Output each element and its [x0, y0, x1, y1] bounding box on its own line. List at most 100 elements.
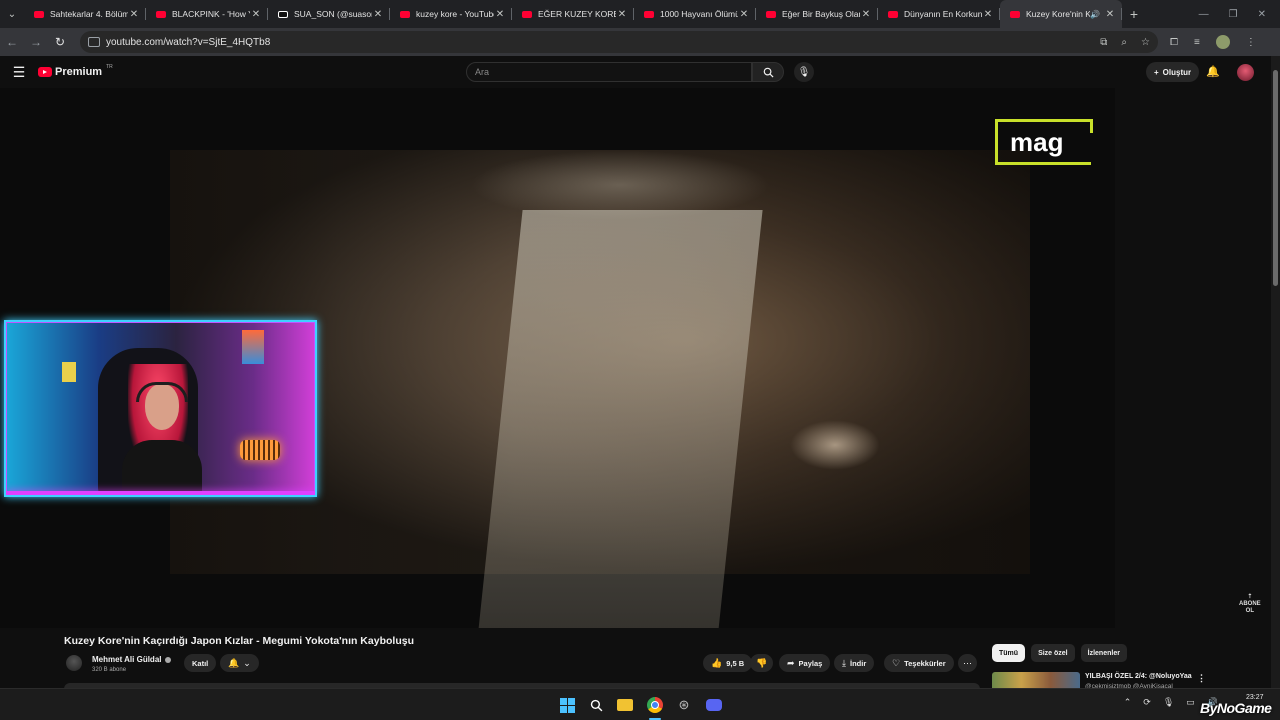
windows-logo-icon — [559, 697, 575, 713]
youtube-header: ☰ Premium TR Ara 🎙 + Oluştur 🔔 — [0, 56, 1280, 88]
browser-tab[interactable]: kuzey kore - YouTube ✕ — [390, 0, 512, 28]
close-icon[interactable]: ✕ — [494, 9, 506, 20]
channel-avatar[interactable] — [66, 655, 82, 671]
search-input[interactable]: Ara — [466, 62, 752, 82]
search-icon — [763, 67, 774, 78]
create-label: Oluştur — [1162, 67, 1192, 77]
extensions-icon[interactable]: ⧠ — [1170, 37, 1178, 48]
update-icon[interactable]: ⟳ — [1143, 697, 1151, 708]
network-icon[interactable]: ▭ — [1186, 697, 1195, 708]
create-button[interactable]: + Oluştur — [1146, 62, 1200, 82]
more-icon: ⋯ — [963, 657, 972, 668]
browser-menu-icon[interactable]: ⋮ — [1246, 37, 1256, 48]
recommendation-chips: Tümü Size özel İzlenenler — [992, 644, 1127, 662]
share-icon: ➦ — [787, 657, 795, 668]
chip-all[interactable]: Tümü — [992, 644, 1026, 662]
recommendation-title[interactable]: YILBAŞI ÖZEL 2/4: @NoluyoYaa — [1085, 673, 1192, 680]
file-explorer-icon[interactable] — [616, 696, 634, 714]
like-button[interactable]: 👍 9,5 B — [703, 654, 753, 672]
browser-tab[interactable]: 1000 Hayvanı Ölümü ✕ — [634, 0, 756, 28]
browser-tab[interactable]: BLACKPINK - 'How Yo ✕ — [146, 0, 268, 28]
new-tab-button[interactable]: + — [1122, 6, 1146, 22]
wall-poster — [242, 330, 264, 364]
video-title: Kuzey Kore'nin Kaçırdığı Japon Kızlar - … — [64, 635, 414, 647]
scrollbar-thumb[interactable] — [1273, 70, 1278, 286]
close-icon[interactable]: ✕ — [128, 9, 140, 20]
youtube-logo[interactable]: Premium TR — [38, 64, 113, 78]
thanks-button[interactable]: ♡ Teşekkürler — [884, 654, 954, 672]
more-actions-button[interactable]: ⋯ — [958, 654, 977, 672]
minimize-icon[interactable]: — — [1199, 9, 1209, 20]
browser-tab[interactable]: SUA_SON (@suasonl ✕ — [268, 0, 390, 28]
close-window-icon[interactable]: ✕ — [1258, 9, 1266, 20]
start-button[interactable] — [558, 696, 576, 714]
logo-text: Premium — [55, 66, 103, 78]
install-app-icon[interactable]: ⧉ — [1100, 37, 1107, 48]
arrow-up-icon: ⇡ — [1247, 594, 1253, 600]
chip-watched[interactable]: İzlenenler — [1080, 644, 1127, 662]
browser-tab[interactable]: Sahtekarlar 4. Bölüm ✕ — [24, 0, 146, 28]
dislike-button[interactable]: 👎 — [750, 654, 774, 672]
video-hand — [790, 420, 880, 470]
recommendation-thumbnail[interactable] — [992, 672, 1080, 688]
streamer-webcam-overlay — [4, 320, 317, 497]
url-field[interactable]: youtube.com/watch?v=SjtE_4HQTb8 ⧉ ⌕ ☆ — [80, 31, 1158, 53]
bookmark-star-icon[interactable]: ☆ — [1141, 37, 1150, 48]
close-icon[interactable]: ✕ — [982, 9, 994, 20]
voice-search-icon[interactable]: 🎙 — [794, 62, 814, 82]
share-button[interactable]: ➦ Paylaş — [779, 654, 831, 672]
chevron-down-icon: ⌄ — [243, 657, 251, 668]
close-icon[interactable]: ✕ — [860, 9, 872, 20]
tray-overflow-icon[interactable]: ⌃ — [1124, 697, 1132, 708]
forward-icon[interactable]: → — [24, 35, 48, 49]
download-button[interactable]: ⤓ İndir — [834, 654, 875, 672]
youtube-icon — [400, 10, 410, 18]
menu-icon[interactable]: ☰ — [0, 64, 38, 81]
channel-name[interactable]: Mehmet Ali Güldal — [92, 655, 171, 664]
download-label: İndir — [849, 658, 867, 668]
search-button[interactable] — [752, 62, 784, 82]
tab-label: BLACKPINK - 'How Yo — [172, 9, 250, 19]
close-icon[interactable]: ✕ — [372, 9, 384, 20]
thanks-label: Teşekkürler — [904, 658, 946, 668]
subscribed-button[interactable]: 🔔 ⌄ — [220, 654, 259, 672]
account-avatar[interactable] — [1237, 64, 1254, 81]
back-icon[interactable]: ← — [0, 35, 24, 49]
chip-for-you[interactable]: Size özel — [1031, 644, 1075, 662]
browser-tab-active[interactable]: Kuzey Kore'nin Ka 🔊 ✕ — [1000, 0, 1122, 28]
close-icon[interactable]: ✕ — [250, 9, 262, 20]
channel-name-text: Mehmet Ali Güldal — [92, 655, 162, 664]
wall-poster — [62, 362, 76, 382]
taskbar-search-icon[interactable] — [587, 696, 605, 714]
browser-tab[interactable]: Eğer Bir Baykuş Olara ✕ — [756, 0, 878, 28]
speaker-icon[interactable]: 🔊 — [1090, 10, 1100, 19]
site-info-icon[interactable] — [88, 37, 100, 47]
browser-tab[interactable]: Dünyanın En Korkunç ✕ — [878, 0, 1000, 28]
browser-tab[interactable]: EĞER KUZEY KORE'DE ✕ — [512, 0, 634, 28]
media-control-icon[interactable]: ≡ — [1194, 37, 1200, 48]
window-controls: — ❐ ✕ — [1199, 9, 1280, 20]
close-icon[interactable]: ✕ — [616, 9, 628, 20]
recommendation-menu-icon[interactable]: ⋮ — [1197, 673, 1206, 684]
youtube-icon — [644, 10, 654, 18]
discord-taskbar-icon[interactable] — [705, 696, 723, 714]
join-button[interactable]: Katıl — [184, 654, 217, 672]
youtube-icon — [1010, 10, 1020, 18]
subscribe-watermark[interactable]: ⇡ ABONE OL — [1239, 594, 1261, 615]
close-icon[interactable]: ✕ — [738, 9, 750, 20]
chrome-taskbar-icon[interactable] — [646, 696, 664, 714]
notifications-bell-icon[interactable]: 🔔 — [1206, 65, 1220, 78]
thanks-heart-icon: ♡ — [892, 657, 901, 668]
app-icon[interactable]: ⊛ — [675, 696, 693, 714]
profile-avatar[interactable] — [1215, 35, 1230, 49]
youtube-icon — [522, 10, 532, 18]
like-count: 9,5 B — [726, 658, 745, 668]
zoom-icon[interactable]: ⌕ — [1121, 37, 1127, 48]
tab-search-chevron-icon[interactable]: ⌄ — [0, 0, 24, 28]
reload-icon[interactable]: ↻ — [48, 35, 72, 49]
close-icon[interactable]: ✕ — [1104, 9, 1116, 20]
mic-tray-icon[interactable]: 🎙 — [1163, 697, 1174, 708]
browser-tab-strip: ⌄ Sahtekarlar 4. Bölüm ✕ BLACKPINK - 'Ho… — [0, 0, 1280, 28]
restore-icon[interactable]: ❐ — [1229, 9, 1238, 20]
download-icon: ⤓ — [842, 657, 846, 668]
